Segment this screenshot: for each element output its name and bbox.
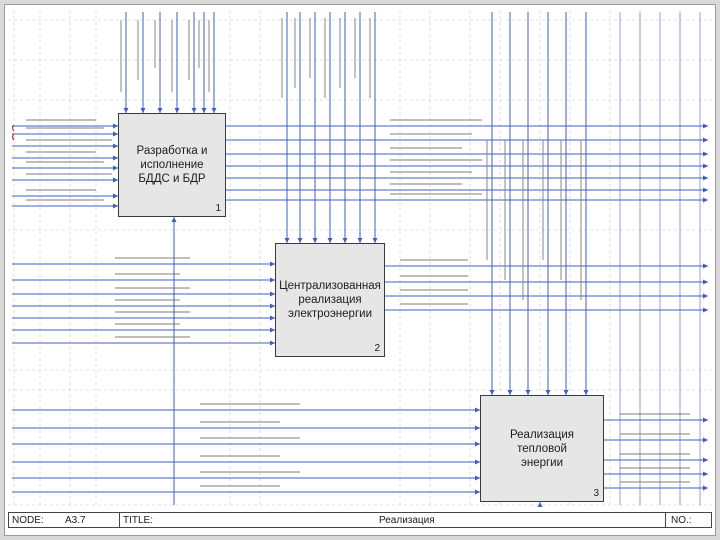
- arrow-head: [703, 437, 708, 443]
- label-text-stroke: [390, 119, 482, 121]
- label-text-stroke: [115, 257, 190, 259]
- activity-box-1[interactable]: Разработка и исполнение БДДС и БДР 1: [118, 113, 226, 217]
- label-text-stroke: [522, 140, 524, 300]
- label-text-stroke: [620, 433, 690, 435]
- label-text-stroke: [560, 140, 562, 280]
- label-text-stroke: [620, 413, 690, 415]
- footer-divider: [665, 513, 666, 527]
- label-text-stroke: [390, 159, 482, 161]
- label-text-stroke: [208, 20, 210, 92]
- label-text-stroke: [309, 18, 311, 78]
- label-text-stroke: [400, 275, 468, 277]
- label-text-stroke: [26, 139, 112, 141]
- arrow-head: [703, 151, 708, 157]
- label-text-stroke: [200, 485, 280, 487]
- arrow-head: [703, 123, 708, 129]
- activity-number-3: 3: [593, 488, 599, 499]
- activity-title-1: Разработка и исполнение БДДС и БДР: [136, 145, 208, 185]
- label-text-stroke: [200, 455, 280, 457]
- footer-node-label: NODE:: [12, 515, 44, 526]
- activity-title-2: Централизованная реализация электроэнерг…: [279, 280, 381, 320]
- label-text-stroke: [115, 311, 190, 313]
- label-text-stroke: [400, 303, 468, 305]
- label-text-stroke: [294, 18, 296, 88]
- label-text-stroke: [580, 140, 582, 300]
- label-text-stroke: [154, 20, 156, 68]
- label-text-stroke: [200, 437, 300, 439]
- label-text-stroke: [504, 140, 506, 280]
- label-text-stroke: [26, 189, 96, 191]
- label-text-stroke: [26, 199, 104, 201]
- activity-box-3[interactable]: Реализация тепловой энергии 3: [480, 395, 604, 502]
- arrow-head: [703, 471, 708, 477]
- tunnel-marker: [11, 124, 15, 132]
- label-text-stroke: [115, 273, 180, 275]
- footer-node-value: А3.7: [65, 515, 86, 526]
- label-text-stroke: [620, 481, 690, 483]
- label-text-stroke: [115, 287, 190, 289]
- label-text-stroke: [390, 171, 472, 173]
- arrow-head: [703, 263, 708, 269]
- label-text-stroke: [26, 161, 104, 163]
- activity-number-1: 1: [215, 203, 221, 214]
- footer-title-label: TITLE:: [123, 515, 154, 526]
- label-text-stroke: [390, 147, 462, 149]
- label-text-stroke: [354, 18, 356, 78]
- label-text-stroke: [115, 323, 180, 325]
- arrow-head: [703, 137, 708, 143]
- label-text-stroke: [198, 20, 200, 68]
- arrow-head: [703, 197, 708, 203]
- label-text-stroke: [171, 20, 173, 92]
- arrow-head: [703, 307, 708, 313]
- label-text-stroke: [26, 119, 96, 121]
- label-text-stroke: [620, 453, 690, 455]
- arrow-head: [537, 502, 543, 507]
- label-text-stroke: [115, 299, 180, 301]
- label-text-stroke: [390, 193, 482, 195]
- label-text-stroke: [188, 20, 190, 80]
- footer-no-label: NO.:: [671, 515, 692, 526]
- arrow-head: [703, 175, 708, 181]
- arrow-head: [703, 457, 708, 463]
- label-text-stroke: [26, 173, 112, 175]
- label-text-stroke: [200, 471, 300, 473]
- label-text-stroke: [26, 151, 96, 153]
- arrow-head: [703, 163, 708, 169]
- label-text-stroke: [339, 18, 341, 88]
- arrow-head: [703, 187, 708, 193]
- label-text-stroke: [390, 183, 462, 185]
- label-text-stroke: [486, 140, 488, 260]
- arrow-head: [703, 485, 708, 491]
- footer-divider: [119, 513, 120, 527]
- label-text-stroke: [120, 20, 122, 92]
- activity-box-2[interactable]: Централизованная реализация электроэнерг…: [275, 243, 385, 357]
- label-text-stroke: [115, 336, 190, 338]
- label-text-stroke: [400, 259, 468, 261]
- activity-number-2: 2: [374, 343, 380, 354]
- label-text-stroke: [26, 127, 104, 129]
- arrow-head: [703, 417, 708, 423]
- footer-title-value: Реализация: [379, 515, 435, 526]
- idef0-diagram: Разработка и исполнение БДДС и БДР 1 Цен…: [0, 0, 720, 540]
- label-text-stroke: [400, 289, 468, 291]
- label-text-stroke: [542, 140, 544, 260]
- label-text-stroke: [200, 421, 280, 423]
- label-text-stroke: [620, 467, 690, 469]
- label-text-stroke: [324, 18, 326, 98]
- label-text-stroke: [390, 133, 472, 135]
- label-text-stroke: [200, 403, 300, 405]
- arrow-head: [703, 279, 708, 285]
- label-text-stroke: [137, 20, 139, 80]
- label-text-stroke: [369, 18, 371, 98]
- arrow-head: [703, 293, 708, 299]
- activity-title-3: Реализация тепловой энергии: [510, 428, 574, 469]
- diagram-footer: NODE: А3.7 TITLE: Реализация NO.:: [8, 512, 712, 528]
- label-text-stroke: [281, 18, 283, 98]
